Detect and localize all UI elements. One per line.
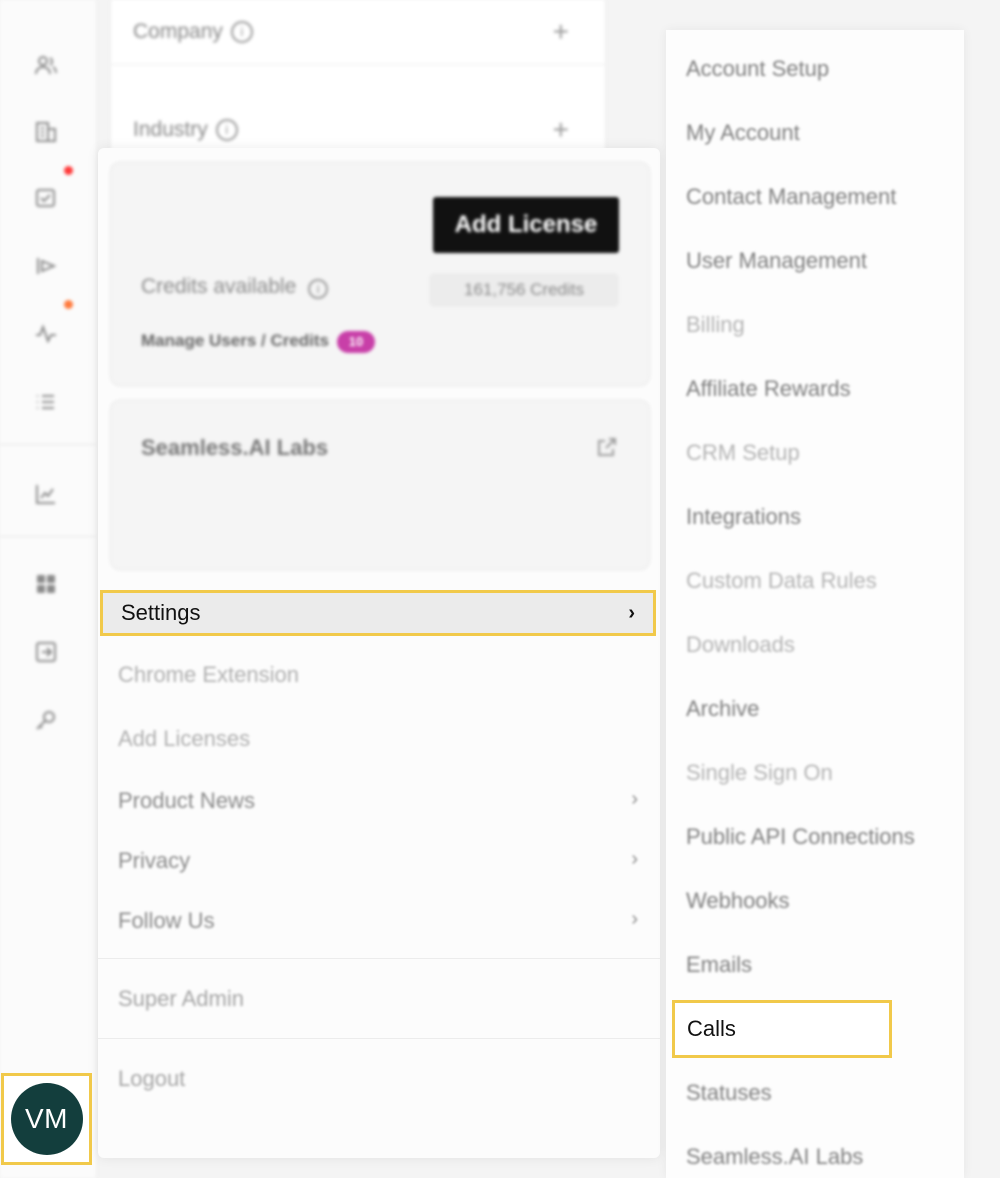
credits-card: Add License Credits available i 161,756 … [110, 162, 650, 386]
menu-divider [98, 1038, 660, 1039]
super-admin-item[interactable]: Super Admin [118, 986, 638, 1012]
add-license-button[interactable]: Add License [433, 197, 619, 253]
info-icon: i [308, 279, 329, 299]
info-icon: i [215, 119, 238, 141]
credits-badge: 161,756 Credits [429, 273, 619, 307]
submenu-item-webhooks[interactable]: Webhooks [686, 888, 790, 914]
menu-item-label: Product News [118, 788, 255, 813]
submenu-item-single-sign-on[interactable]: Single Sign On [686, 760, 833, 786]
analytics-chart-icon[interactable] [30, 478, 62, 510]
plus-icon[interactable]: + [553, 16, 569, 48]
menu-item-label: Super Admin [118, 986, 244, 1011]
submenu-item-my-account[interactable]: My Account [686, 120, 800, 146]
credits-label-text: Credits available [141, 275, 297, 298]
submenu-item-public-api-connections[interactable]: Public API Connections [686, 824, 915, 850]
chrome-extension-item[interactable]: Chrome Extension [118, 662, 638, 688]
external-link-icon[interactable] [595, 435, 619, 465]
menu-item-label: Add Licenses [118, 726, 251, 751]
menu-item-label: Privacy [118, 848, 191, 873]
import-icon[interactable] [30, 636, 62, 668]
search-key-icon[interactable] [30, 704, 62, 736]
submenu-item-custom-data-rules[interactable]: Custom Data Rules [686, 568, 877, 594]
add-licenses-item[interactable]: Add Licenses [118, 726, 638, 752]
submenu-item-statuses[interactable]: Statuses [686, 1080, 772, 1106]
notification-dot [64, 300, 73, 309]
chevron-right-icon: › [631, 788, 638, 810]
filter-label: Industry [133, 118, 208, 141]
submenu-item-downloads[interactable]: Downloads [686, 632, 795, 658]
grid-apps-icon[interactable] [30, 568, 62, 600]
manage-users-link[interactable]: Manage Users / Credits 10 [141, 331, 376, 353]
submenu-item-contact-management[interactable]: Contact Management [686, 184, 896, 210]
menu-item-label: Logout [118, 1066, 186, 1091]
sequence-send-icon[interactable] [30, 250, 62, 282]
chevron-right-icon: › [628, 601, 635, 624]
avatar: VM [10, 1083, 83, 1155]
settings-menu-item[interactable]: Settings › [100, 590, 656, 636]
calls-label: Calls [687, 1016, 736, 1041]
labs-title: Seamless.AI Labs [141, 435, 329, 460]
submenu-item-affiliate-rewards[interactable]: Affiliate Rewards [686, 376, 851, 402]
submenu-item-user-management[interactable]: User Management [686, 248, 867, 274]
credits-label: Credits available i [141, 275, 329, 299]
filter-label: Company [133, 20, 223, 43]
submenu-item-archive[interactable]: Archive [686, 696, 759, 722]
labs-card[interactable]: Seamless.AI Labs [110, 400, 650, 570]
filter-panel: Company i + Industry i + [110, 0, 606, 163]
submenu-item-calls[interactable]: Calls [672, 1000, 892, 1058]
info-icon: i [230, 21, 253, 43]
submenu-item-seamless-ai-labs[interactable]: Seamless.AI Labs [686, 1144, 863, 1170]
menu-item-label: Follow Us [118, 908, 215, 933]
product-news-item[interactable]: Product News › [118, 788, 638, 814]
privacy-item[interactable]: Privacy › [118, 848, 638, 874]
manage-users-label: Manage Users / Credits [141, 331, 330, 350]
chevron-right-icon: › [631, 908, 638, 930]
submenu-item-billing[interactable]: Billing [686, 312, 745, 338]
chevron-right-icon: › [631, 848, 638, 870]
rail-divider [0, 444, 96, 445]
list-icon[interactable] [30, 386, 62, 418]
logout-item[interactable]: Logout [118, 1066, 638, 1092]
rail-divider [0, 536, 96, 537]
submenu-item-emails[interactable]: Emails [686, 952, 752, 978]
plus-icon[interactable]: + [553, 114, 569, 146]
submenu-item-account-setup[interactable]: Account Setup [686, 56, 829, 82]
sidebar-rail [0, 0, 97, 1178]
settings-label: Settings [121, 600, 201, 625]
submenu-item-crm-setup[interactable]: CRM Setup [686, 440, 800, 466]
manage-users-badge: 10 [337, 331, 376, 353]
menu-divider [98, 958, 660, 959]
follow-us-item[interactable]: Follow Us › [118, 908, 638, 934]
building-icon[interactable] [30, 116, 62, 148]
notification-dot [64, 166, 73, 175]
submenu-item-integrations[interactable]: Integrations [686, 504, 801, 530]
settings-submenu: Account Setup My Account Contact Managem… [666, 30, 964, 1178]
users-icon[interactable] [30, 50, 62, 82]
task-check-icon[interactable] [30, 182, 62, 214]
account-menu: Add License Credits available i 161,756 … [98, 148, 660, 1158]
filter-company[interactable]: Company i + [111, 0, 605, 65]
avatar-button[interactable]: VM [1, 1073, 92, 1165]
activity-icon[interactable] [30, 318, 62, 350]
menu-item-label: Chrome Extension [118, 662, 299, 687]
